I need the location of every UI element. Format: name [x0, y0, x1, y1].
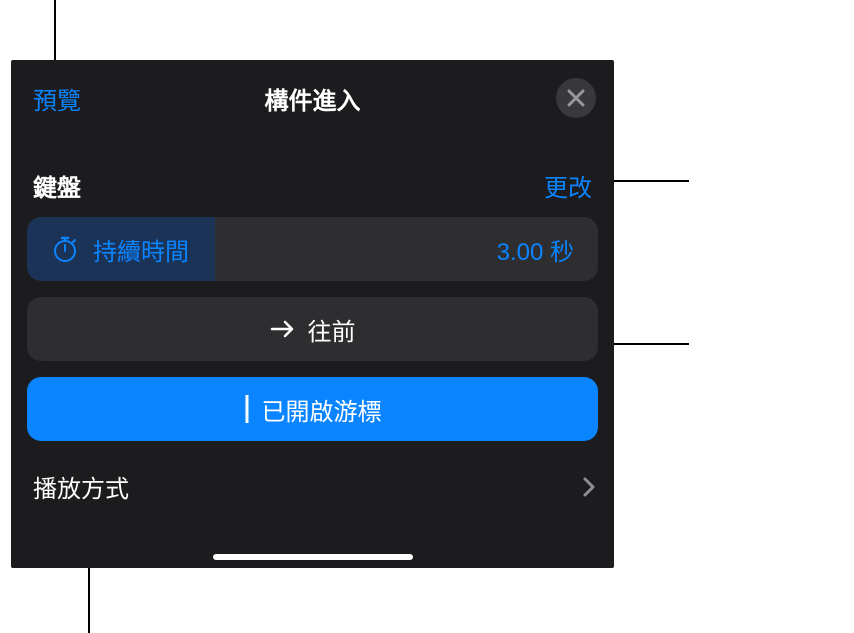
duration-value: 3.00 秒: [497, 232, 574, 267]
cursor-toggle[interactable]: 已開啟游標: [27, 377, 598, 441]
callout-line-right-change: [614, 180, 689, 182]
duration-label: 持續時間: [93, 232, 189, 267]
arrow-right-icon: [270, 318, 296, 340]
delivery-label: 播放方式: [33, 469, 129, 504]
close-button[interactable]: [556, 78, 596, 118]
cursor-label: 已開啟游標: [262, 392, 382, 427]
chevron-right-icon: [582, 476, 596, 498]
delivery-button[interactable]: 播放方式: [11, 441, 614, 504]
close-icon: [567, 89, 585, 107]
text-cursor-icon: [244, 395, 250, 423]
duration-slider[interactable]: 持續時間 3.00 秒: [27, 217, 598, 281]
callout-line-right-direction: [614, 343, 689, 345]
change-button[interactable]: 更改: [544, 168, 592, 203]
direction-label: 往前: [308, 312, 356, 347]
preview-button[interactable]: 預覽: [33, 81, 81, 116]
stopwatch-icon: [51, 235, 79, 263]
effect-section-header: 鍵盤 更改: [11, 130, 614, 217]
callout-line-top: [54, 0, 56, 60]
home-indicator: [213, 554, 413, 560]
build-in-panel: 預覽 構件進入 鍵盤 更改 持: [11, 60, 614, 568]
controls-stack: 持續時間 3.00 秒 往前 已開啟游標: [11, 217, 614, 441]
effect-name: 鍵盤: [33, 168, 81, 203]
panel-title: 構件進入: [265, 81, 361, 116]
direction-button[interactable]: 往前: [27, 297, 598, 361]
callout-line-bottom: [88, 568, 90, 633]
panel-header: 預覽 構件進入: [11, 60, 614, 130]
